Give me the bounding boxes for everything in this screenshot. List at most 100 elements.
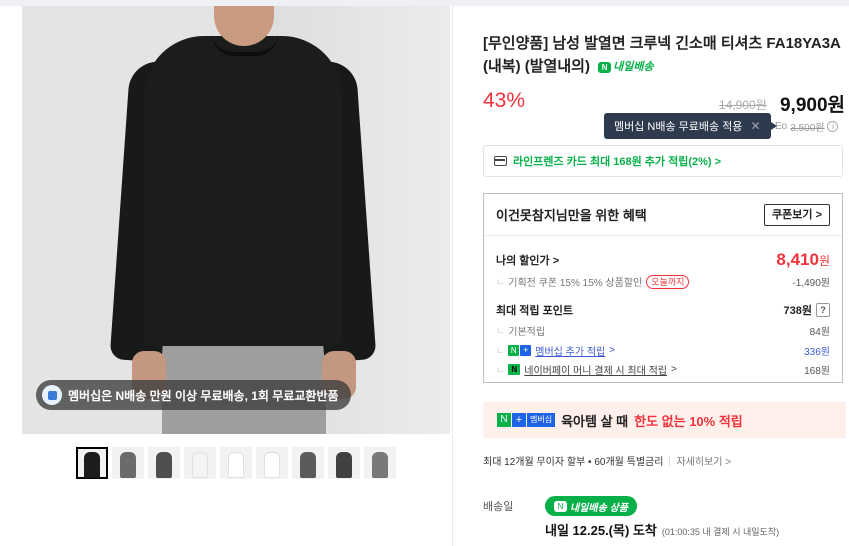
naver-n-icon: N [598, 62, 612, 73]
column-divider [452, 6, 453, 546]
product-main-image[interactable] [22, 6, 450, 434]
max-points-value-wrap: 738원 ? [784, 302, 830, 318]
free-shipping-tooltip: 멤버십 N배송 무료배송 적용 ✕ [604, 113, 776, 139]
thumbnail-figure [336, 452, 352, 478]
n-letter: N [508, 345, 520, 356]
max-points-label: 최대 적립 포인트 [496, 305, 573, 317]
naverpay-points-row: ㄴ N 네이버페이 머니 결제 시 최대 적립 > 168원 [496, 362, 830, 377]
promo-highlight: 한도 없는 10% 적립 [634, 413, 743, 429]
tree-branch-icon: ㄴ [496, 346, 505, 356]
credit-card-icon [494, 156, 507, 166]
promo-text: 육아템 살 때 [561, 413, 629, 429]
coupon-label: ㄴ 기획전 쿠폰 15% 15% 상품할인 오늘까지 [496, 274, 690, 289]
tree-branch-icon: ㄴ [496, 277, 505, 287]
product-thumbnail[interactable] [220, 447, 252, 479]
installment-text: 최대 12개월 무이자 할부 • 60개월 특별금리 [483, 457, 664, 468]
product-thumbnail[interactable] [76, 447, 108, 479]
coupon-row: ㄴ 기획전 쿠폰 15% 15% 상품할인 오늘까지 -1,490원 [496, 274, 830, 289]
benefits-title: 이건못참지님만을 위한 혜택 [496, 208, 647, 223]
arrival-estimate: 내일 12.25.(목) 도착 (01:00:35 내 결제 시 내일도착) [545, 520, 779, 539]
membership-label: 멤버십 [527, 413, 556, 427]
thumbnail-figure [228, 452, 244, 478]
thumbnail-figure [192, 452, 208, 478]
benefits-header: 이건못참지님만을 위한 혜택 쿠폰보기 > [484, 194, 842, 236]
tree-branch-icon: ㄴ [496, 365, 505, 375]
chevron-right-icon: > [609, 345, 616, 356]
installment-info: 최대 12개월 무이자 할부 • 60개월 특별금리 자세히보기 > [483, 453, 731, 468]
naver-pay-icon: N [508, 364, 521, 375]
n-letter: N [497, 413, 511, 427]
plus-sign: + [512, 413, 526, 427]
product-thumbnail[interactable] [292, 447, 324, 479]
next-day-delivery-pill: N 내일배송 상품 [545, 496, 637, 516]
chevron-right-icon: > [670, 364, 677, 375]
model-shirt [144, 36, 342, 346]
membership-benefit-badge: 멤버십은 N배송 만원 이상 무료배송, 1회 무료교환반품 [36, 380, 351, 410]
my-price-amount: 8,410 [776, 250, 819, 269]
product-thumbnail[interactable] [112, 447, 144, 479]
tree-branch-icon: ㄴ [496, 326, 505, 336]
product-thumbnail[interactable] [148, 447, 180, 479]
naver-plus-icon: N + [508, 345, 532, 356]
product-info-panel: [무인양품] 남성 발열면 크루넥 긴소매 티셔츠 FA18YA3A (내복) … [483, 0, 849, 546]
product-thumbnail[interactable] [328, 447, 360, 479]
installment-more-link[interactable]: 자세히보기 > [676, 453, 731, 468]
arrival-note: (01:00:35 내 결제 시 내일도착) [661, 527, 780, 537]
naverpay-points-link[interactable]: 네이버페이 머니 결제 시 최대 적립 [524, 362, 667, 377]
baby-item-promo-banner[interactable]: N + 멤버십 육아템 살 때 한도 없는 10% 적립 [483, 402, 846, 438]
my-discount-link[interactable]: 나의 할인가 > [496, 252, 559, 268]
info-icon[interactable]: i [827, 121, 839, 132]
next-day-delivery-label: 내일배송 [613, 61, 654, 73]
naver-membership-icon: N + 멤버십 [497, 413, 556, 427]
shipping-fee-amount: 3,500원 [790, 123, 825, 134]
sale-price: 9,900원 [779, 95, 845, 116]
thumbnail-figure [120, 452, 136, 478]
thumbnail-figure [84, 452, 100, 478]
original-price: 14,900원 [719, 98, 767, 112]
help-icon[interactable]: ? [816, 303, 830, 317]
product-gallery: 멤버십은 N배송 만원 이상 무료배송, 1회 무료교환반품 [0, 0, 452, 546]
view-coupons-button[interactable]: 쿠폰보기 > [764, 203, 830, 226]
product-thumbnail[interactable] [364, 447, 396, 479]
personal-benefits-box: 이건못참지님만을 위한 혜택 쿠폰보기 > 나의 할인가 > 8,410원 ㄴ … [483, 193, 843, 383]
my-price-unit: 원 [818, 254, 830, 268]
delivery-date-label: 배송일 [483, 501, 514, 513]
membership-points-label: ㄴ N + 멤버십 추가 적립 > [496, 343, 615, 358]
membership-points-value: 336원 [804, 347, 830, 358]
close-icon[interactable]: ✕ [750, 119, 760, 133]
product-title: [무인양품] 남성 발열면 크루넥 긴소매 티셔츠 FA18YA3A (내복) … [483, 32, 845, 79]
card-promo-text: 라인프렌즈 카드 최대 168원 추가 적립(2%) > [513, 156, 722, 168]
my-discount-row: 나의 할인가 > 8,410원 [496, 250, 830, 270]
thumbnail-figure [300, 452, 316, 478]
delivery-icon [42, 385, 62, 405]
shipping-fee: Eo 3,500원 i [775, 119, 839, 134]
thumbnail-figure [372, 452, 388, 478]
next-day-delivery-tag: N 내일배송 [598, 56, 654, 79]
thumbnail-figure [156, 452, 172, 478]
thumbnail-strip [76, 447, 396, 479]
coupon-value: -1,490원 [792, 278, 830, 289]
product-title-text: [무인양품] 남성 발열면 크루넥 긴소매 티셔츠 FA18YA3A (내복) … [483, 35, 841, 75]
membership-benefit-text: 멤버십은 N배송 만원 이상 무료배송, 1회 무료교환반품 [68, 388, 339, 403]
product-thumbnail[interactable] [256, 447, 288, 479]
shipping-fee-label: Eo [775, 121, 788, 132]
membership-points-row: ㄴ N + 멤버십 추가 적립 > 336원 [496, 343, 830, 358]
membership-points-link[interactable]: 멤버십 추가 적립 [535, 343, 605, 358]
naverpay-points-label: ㄴ N 네이버페이 머니 결제 시 최대 적립 > [496, 362, 677, 377]
plus-sign: + [520, 345, 532, 356]
product-thumbnail[interactable] [184, 447, 216, 479]
base-points-label: ㄴ 기본적립 [496, 323, 545, 338]
arrival-date: 내일 12.25.(목) 도착 [545, 523, 657, 538]
max-points-row: 최대 적립 포인트 738원 ? [496, 302, 830, 318]
base-points-row: ㄴ 기본적립 84원 [496, 323, 830, 338]
my-discount-price: 8,410원 [776, 250, 830, 270]
today-only-tag: 오늘까지 [646, 274, 690, 289]
base-points-value: 84원 [809, 327, 830, 338]
naver-n-icon: N [554, 500, 567, 512]
coupon-label-text: 기획전 쿠폰 15% 15% 상품할인 [508, 278, 643, 289]
max-points-value: 738원 [783, 305, 812, 317]
naverpay-points-value: 168원 [804, 366, 830, 377]
next-day-delivery-pill-text: 내일배송 상품 [570, 502, 628, 514]
card-promo-banner[interactable]: 라인프렌즈 카드 최대 168원 추가 적립(2%) > [483, 145, 843, 177]
thumbnail-figure [264, 452, 280, 478]
